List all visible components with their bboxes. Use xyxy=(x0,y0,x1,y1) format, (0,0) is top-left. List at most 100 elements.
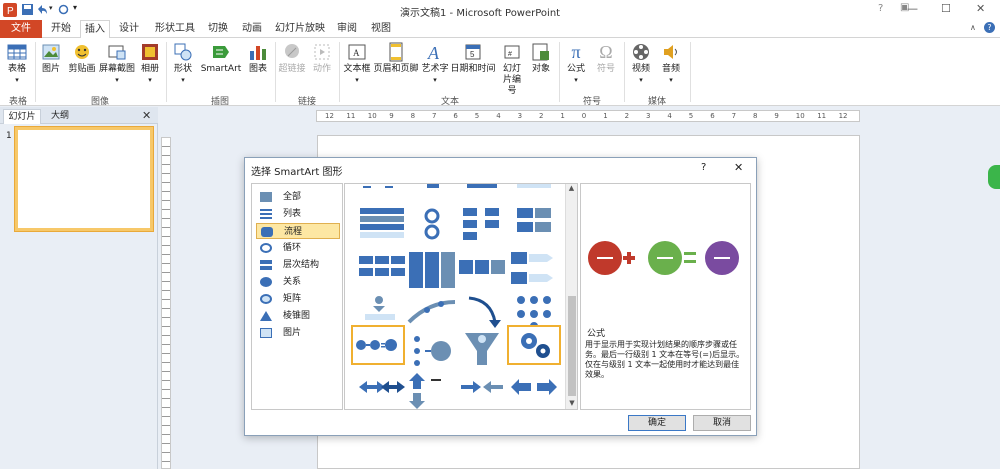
hyperlink-label: 超链接 xyxy=(278,64,306,74)
smartart-button[interactable]: SmartArt xyxy=(199,42,243,75)
slide-number: 1 xyxy=(6,131,12,141)
undo-dropdown-icon[interactable]: ▾ xyxy=(49,4,53,12)
layout-thumb[interactable] xyxy=(455,204,509,244)
layout-thumb[interactable] xyxy=(405,292,459,332)
maximize-icon[interactable]: ☐ xyxy=(941,2,951,15)
textbox-button[interactable]: A 文本框 ▾ xyxy=(342,42,372,86)
textbox-icon: A xyxy=(348,44,366,60)
layout-thumb[interactable] xyxy=(455,292,509,332)
gallery-scrollbar[interactable]: ▲ ▼ xyxy=(565,184,577,409)
tab-shape-tools[interactable]: 形状工具 xyxy=(150,20,200,38)
dialog-close-button[interactable]: ✕ xyxy=(734,161,743,174)
category-picture[interactable]: 图片 xyxy=(256,325,340,341)
layout-gallery: ▲ ▼ xyxy=(344,183,578,410)
ruler-label: 7 xyxy=(731,112,737,120)
save-icon[interactable] xyxy=(22,4,33,15)
ruler-label: 8 xyxy=(410,112,416,120)
collapse-ribbon-icon[interactable]: ∧ xyxy=(970,23,976,32)
tab-transitions[interactable]: 切换 xyxy=(204,20,232,38)
slides-panel: 幻灯片 大纲 ✕ 1 xyxy=(0,107,158,469)
group-label-symbols: 符号 xyxy=(582,97,601,107)
layout-thumb[interactable] xyxy=(455,371,509,410)
header-footer-button[interactable]: 页眉和页脚 xyxy=(373,42,419,75)
layout-thumb[interactable] xyxy=(455,329,509,369)
undo-icon[interactable] xyxy=(36,4,48,15)
close-window-icon[interactable]: ✕ xyxy=(976,2,985,15)
wordart-button[interactable]: A 艺术字 ▾ xyxy=(420,42,450,86)
layout-thumb[interactable] xyxy=(405,204,459,244)
process-icon xyxy=(261,227,273,237)
close-panel-icon[interactable]: ✕ xyxy=(142,109,151,122)
category-matrix[interactable]: 矩阵 xyxy=(256,291,340,307)
tab-file[interactable]: 文件 xyxy=(0,20,42,38)
dialog-help-button[interactable]: ? xyxy=(701,162,706,173)
ruler-label: 10 xyxy=(367,112,377,120)
layout-thumb[interactable] xyxy=(355,250,409,290)
tab-review[interactable]: 审阅 xyxy=(333,20,361,38)
layout-thumb[interactable] xyxy=(455,250,509,290)
clipart-button[interactable]: 剪贴画 xyxy=(66,42,98,75)
chart-button[interactable]: 图表 xyxy=(245,42,271,75)
video-button[interactable]: 视频 ▾ xyxy=(627,42,655,86)
cancel-button[interactable]: 取消 xyxy=(693,415,751,431)
help-circle-icon[interactable]: ? xyxy=(984,22,995,33)
tab-slideshow[interactable]: 幻灯片放映 xyxy=(272,20,328,38)
datetime-label: 日期和时间 xyxy=(450,64,496,74)
layout-thumb[interactable] xyxy=(405,371,459,410)
slide-number-label: 幻灯片编号 xyxy=(502,64,521,96)
slide-thumbnail[interactable] xyxy=(15,127,153,231)
panel-tabs: 幻灯片 大纲 ✕ xyxy=(0,107,158,124)
scroll-down-arrow[interactable]: ▼ xyxy=(566,399,577,407)
category-list-label: 列表 xyxy=(283,209,302,219)
layout-thumb-gear[interactable] xyxy=(507,325,561,365)
layout-thumb[interactable] xyxy=(405,329,459,369)
smartart-dialog: 选择 SmartArt 图形 ? ✕ 全部 列表 流程 循环 层次结构 关系 矩… xyxy=(244,157,757,436)
ruler-label: 3 xyxy=(517,112,523,120)
minimize-icon[interactable]: — xyxy=(907,2,918,15)
scroll-thumb[interactable] xyxy=(568,296,576,396)
tab-animations[interactable]: 动画 xyxy=(238,20,266,38)
slide-number-button[interactable]: # 幻灯片编号 xyxy=(497,42,527,97)
scroll-up-arrow[interactable]: ▲ xyxy=(566,184,577,192)
category-hierarchy[interactable]: 层次结构 xyxy=(256,257,340,273)
layout-thumb[interactable] xyxy=(507,250,561,290)
side-green-icon[interactable] xyxy=(988,165,1000,189)
layout-thumb[interactable] xyxy=(355,204,409,244)
album-button[interactable]: 相册 ▾ xyxy=(138,42,162,86)
audio-button[interactable]: 音频 ▾ xyxy=(657,42,685,86)
help-icon[interactable]: ? xyxy=(878,3,883,14)
vertical-ruler xyxy=(161,137,171,469)
layout-thumb[interactable] xyxy=(405,250,459,290)
equation-button[interactable]: π 公式 ▾ xyxy=(562,42,590,86)
customize-toolbar-icon[interactable]: ▾ xyxy=(73,3,77,12)
redo-icon[interactable] xyxy=(58,4,69,15)
table-button[interactable]: 表格 ▾ xyxy=(4,42,30,86)
screenshot-button[interactable]: 屏幕截图 ▾ xyxy=(98,42,136,86)
tab-outline[interactable]: 大纲 xyxy=(45,109,75,124)
category-list-item[interactable]: 列表 xyxy=(256,206,340,222)
layout-thumb-equation-selected[interactable] xyxy=(351,325,405,365)
tab-home[interactable]: 开始 xyxy=(46,20,76,38)
ruler-label: 9 xyxy=(389,112,394,120)
category-process[interactable]: 流程 xyxy=(256,223,340,239)
tab-view[interactable]: 视图 xyxy=(367,20,395,38)
layout-thumb[interactable] xyxy=(507,204,561,244)
shapes-button[interactable]: 形状 ▾ xyxy=(170,42,196,86)
tab-design[interactable]: 设计 xyxy=(114,20,144,38)
category-relationship[interactable]: 关系 xyxy=(256,274,340,290)
picture-button[interactable]: 图片 xyxy=(38,42,64,75)
speaker-icon xyxy=(664,45,677,59)
datetime-button[interactable]: 5 日期和时间 xyxy=(450,42,496,75)
ruler-label: 5 xyxy=(688,112,694,120)
ruler-label: 10 xyxy=(795,112,805,120)
category-cycle-label: 循环 xyxy=(283,243,302,253)
category-cycle[interactable]: 循环 xyxy=(256,240,340,256)
layout-thumb[interactable] xyxy=(507,371,561,410)
ok-button[interactable]: 确定 xyxy=(628,415,686,431)
tab-insert[interactable]: 插入 xyxy=(80,20,110,39)
category-all[interactable]: 全部 xyxy=(256,189,340,205)
category-pyramid[interactable]: 棱锥图 xyxy=(256,308,340,324)
object-button[interactable]: 对象 xyxy=(528,42,554,75)
layout-thumb[interactable] xyxy=(355,371,409,410)
tab-slides[interactable]: 幻灯片 xyxy=(3,109,41,124)
